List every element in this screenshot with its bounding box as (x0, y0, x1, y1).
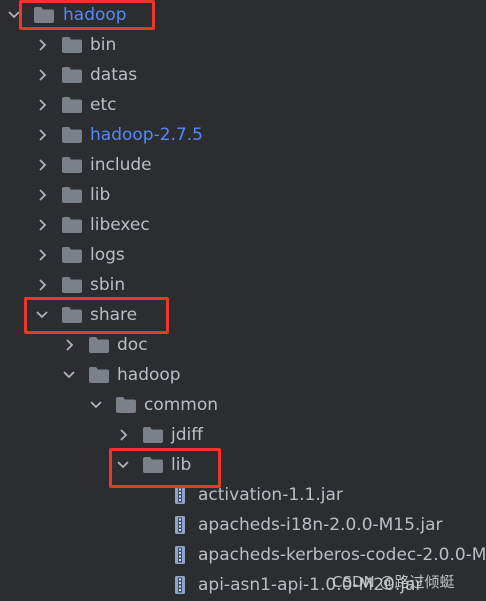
chevron-right-icon[interactable] (34, 180, 50, 210)
chevron-right-icon[interactable] (34, 240, 50, 270)
watermark: CSDN @路过倾蜓 (332, 573, 455, 591)
folder-icon (62, 37, 82, 53)
chevron-right-icon[interactable] (34, 120, 50, 150)
chevron-right-icon[interactable] (34, 60, 50, 90)
tree-item-hadoop-2-7-5[interactable]: hadoop-2.7.5 (0, 120, 486, 150)
tree-item-label: hadoop-2.7.5 (90, 125, 203, 145)
tree-item-etc[interactable]: etc (0, 90, 486, 120)
tree-item-label: apacheds-i18n-2.0.0-M15.jar (198, 515, 443, 535)
tree-item-jar-file[interactable]: activation-1.1.jar (0, 480, 486, 510)
chevron-right-icon[interactable] (115, 420, 131, 450)
chevron-down-icon[interactable] (88, 390, 104, 420)
jar-file-icon (175, 576, 185, 594)
tree-item-lib[interactable]: lib (0, 180, 486, 210)
chevron-down-icon[interactable] (61, 360, 77, 390)
chevron-right-icon[interactable] (34, 90, 50, 120)
tree-item-hadoop-root[interactable]: hadoop (0, 0, 486, 30)
chevron-down-icon[interactable] (115, 450, 131, 480)
tree-item-label: doc (117, 335, 148, 355)
tree-item-label: logs (90, 245, 125, 265)
tree-item-datas[interactable]: datas (0, 60, 486, 90)
tree-item-label: libexec (90, 215, 150, 235)
tree-item-label: include (90, 155, 152, 175)
folder-icon (62, 67, 82, 83)
chevron-down-icon[interactable] (6, 0, 22, 30)
tree-item-label: lib (171, 455, 192, 475)
chevron-right-icon[interactable] (34, 210, 50, 240)
folder-icon (34, 7, 54, 23)
tree-item-label: lib (90, 185, 111, 205)
folder-icon (62, 127, 82, 143)
tree-item-label: common (144, 395, 219, 415)
tree-item-bin[interactable]: bin (0, 30, 486, 60)
chevron-right-icon[interactable] (34, 150, 50, 180)
folder-icon (116, 397, 136, 413)
jar-file-icon (175, 486, 185, 504)
tree-item-jar-file[interactable]: apacheds-i18n-2.0.0-M15.jar (0, 510, 486, 540)
chevron-right-icon[interactable] (34, 270, 50, 300)
folder-icon (62, 277, 82, 293)
tree-item-doc[interactable]: doc (0, 330, 486, 360)
folder-icon (143, 457, 163, 473)
project-tree: hadoop bin datas etc hadoop-2.7.5 includ… (0, 0, 486, 601)
tree-item-share-hadoop[interactable]: hadoop (0, 360, 486, 390)
chevron-right-icon[interactable] (34, 30, 50, 60)
chevron-right-icon[interactable] (61, 330, 77, 360)
tree-item-label: sbin (90, 275, 126, 295)
jar-file-icon (175, 516, 185, 534)
folder-icon (62, 187, 82, 203)
tree-item-label: bin (90, 35, 117, 55)
folder-icon (62, 307, 82, 323)
tree-item-label: datas (90, 65, 138, 85)
tree-item-sbin[interactable]: sbin (0, 270, 486, 300)
tree-item-common-lib[interactable]: lib (0, 450, 486, 480)
folder-icon (89, 367, 109, 383)
tree-item-logs[interactable]: logs (0, 240, 486, 270)
tree-item-label: apacheds-kerberos-codec-2.0.0-M (198, 545, 486, 565)
chevron-down-icon[interactable] (34, 300, 50, 330)
tree-item-label: share (90, 305, 138, 325)
folder-icon (143, 427, 163, 443)
tree-item-include[interactable]: include (0, 150, 486, 180)
folder-icon (62, 247, 82, 263)
jar-file-icon (175, 546, 185, 564)
tree-item-libexec[interactable]: libexec (0, 210, 486, 240)
tree-item-share[interactable]: share (0, 300, 486, 330)
tree-item-label: hadoop (63, 5, 127, 25)
tree-item-jar-file[interactable]: apacheds-kerberos-codec-2.0.0-M (0, 540, 486, 570)
folder-icon (62, 97, 82, 113)
tree-item-label: jdiff (171, 425, 203, 445)
folder-icon (62, 217, 82, 233)
folder-icon (62, 157, 82, 173)
tree-item-label: etc (90, 95, 117, 115)
folder-icon (89, 337, 109, 353)
tree-item-label: hadoop (117, 365, 181, 385)
tree-item-common[interactable]: common (0, 390, 486, 420)
tree-item-jdiff[interactable]: jdiff (0, 420, 486, 450)
tree-item-label: activation-1.1.jar (198, 485, 343, 505)
